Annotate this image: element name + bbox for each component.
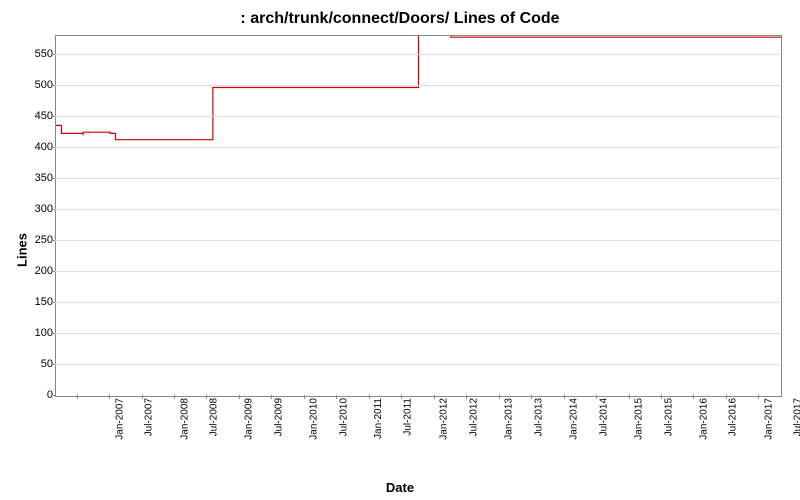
x-tick-label: Jan-2011 <box>373 398 384 439</box>
x-tick-label: Jul-2008 <box>208 398 219 436</box>
y-tick-label: 500 <box>13 79 53 91</box>
x-tick-label: Jul-2017 <box>793 398 800 436</box>
chart-container: : arch/trunk/connect/Doors/ Lines of Cod… <box>0 0 800 500</box>
chart-title: : arch/trunk/connect/Doors/ Lines of Cod… <box>0 10 800 28</box>
plot-area <box>55 35 782 397</box>
x-tick-label: Jan-2017 <box>764 398 775 440</box>
y-tick-label: 200 <box>13 265 53 277</box>
x-axis-label: Date <box>0 480 800 495</box>
x-tick-label: Jan-2007 <box>114 398 125 440</box>
x-tick-label: Jul-2016 <box>728 398 739 436</box>
x-tick-label: Jan-2010 <box>309 398 320 440</box>
y-tick-label: 350 <box>13 172 53 184</box>
x-tick-label: Jan-2009 <box>244 398 255 440</box>
data-series-line <box>56 36 781 396</box>
x-tick-label: Jul-2007 <box>143 398 154 436</box>
x-tick-label: Jan-2016 <box>699 398 710 440</box>
y-tick-label: 450 <box>13 110 53 122</box>
x-tick-label: Jan-2008 <box>179 398 190 440</box>
x-tick-label: Jan-2015 <box>634 398 645 440</box>
x-tick-label: Jul-2011 <box>402 398 413 436</box>
x-tick-label: Jan-2014 <box>569 398 580 440</box>
y-tick-label: 50 <box>13 358 53 370</box>
y-tick-label: 300 <box>13 203 53 215</box>
y-tick-label: 0 <box>13 389 53 401</box>
y-tick-label: 250 <box>13 234 53 246</box>
y-tick-label: 150 <box>13 296 53 308</box>
x-tick-label: Jan-2012 <box>439 398 450 440</box>
x-tick-label: Jul-2010 <box>338 398 349 436</box>
y-tick-label: 400 <box>13 141 53 153</box>
x-tick-label: Jul-2013 <box>533 398 544 436</box>
x-tick-label: Jan-2013 <box>504 398 515 440</box>
x-tick-label: Jul-2009 <box>273 398 284 436</box>
y-tick-label: 100 <box>13 327 53 339</box>
y-tick-label: 550 <box>13 48 53 60</box>
x-tick-label: Jul-2015 <box>663 398 674 436</box>
x-tick-label: Jul-2012 <box>468 398 479 436</box>
x-tick-label: Jul-2014 <box>598 398 609 436</box>
